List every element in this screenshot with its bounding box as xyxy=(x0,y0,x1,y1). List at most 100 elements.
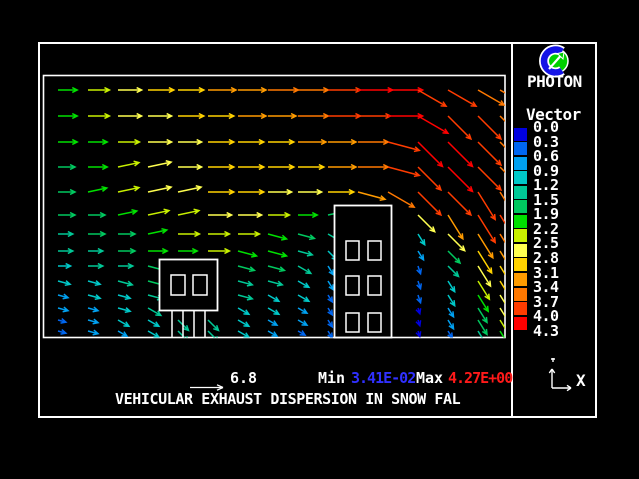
vector-arrow xyxy=(416,265,423,276)
vector-arrow xyxy=(57,293,70,300)
vector-arrow xyxy=(238,86,268,94)
legend-tick-label: 4.3 xyxy=(533,321,559,340)
vector-arrow xyxy=(57,306,70,313)
legend-color-swatch xyxy=(514,185,527,199)
vector-arrow xyxy=(208,138,236,146)
legend-color-swatch xyxy=(514,142,527,156)
vector-arrow xyxy=(237,307,251,316)
vector-arrow xyxy=(178,112,206,120)
vector-arrow xyxy=(268,112,298,120)
axis-x-label: X xyxy=(576,371,586,390)
vector-arrow xyxy=(267,319,279,327)
vector-arrow xyxy=(267,330,279,338)
vector-arrow xyxy=(358,138,390,146)
vector-arrow xyxy=(477,191,497,221)
vector-arrow xyxy=(447,89,478,108)
vector-arrow xyxy=(118,247,137,255)
vector-arrow xyxy=(388,86,425,94)
vector-arrow xyxy=(387,166,421,178)
vector-arrow xyxy=(298,112,330,120)
plot-title: VEHICULAR EXHAUST DISPERSION IN SNOW FAL xyxy=(115,390,461,408)
legend-color-swatch xyxy=(514,316,527,330)
vector-arrow xyxy=(148,247,169,255)
vector-arrow xyxy=(117,319,131,328)
vector-arrow xyxy=(58,188,77,196)
legend-color-swatch xyxy=(514,243,527,257)
vector-arrow xyxy=(87,280,102,287)
building-outlines xyxy=(158,204,393,339)
vector-arrow xyxy=(208,230,232,238)
vector-arrow xyxy=(208,86,238,94)
vector-arrow xyxy=(88,211,107,219)
vector-arrow xyxy=(147,330,160,338)
vector-arrow xyxy=(447,265,460,278)
building-window xyxy=(367,240,382,261)
vector-arrow xyxy=(148,112,174,120)
axis-glyph-icon xyxy=(548,358,572,392)
vector-arrow xyxy=(87,306,100,313)
legend-color-swatch xyxy=(514,258,527,272)
vector-arrows xyxy=(57,86,505,338)
vector-arrow xyxy=(267,233,289,241)
vector-arrow xyxy=(415,330,422,338)
vector-arrow xyxy=(268,138,296,146)
vector-arrow xyxy=(208,188,236,196)
vector-arrow xyxy=(207,319,220,332)
vector-arrow xyxy=(117,307,132,314)
vector-arrow xyxy=(297,330,307,336)
vector-arrow xyxy=(178,163,204,171)
min-value: 3.41E-02 xyxy=(351,369,416,387)
vector-arrow xyxy=(237,280,254,287)
legend-color-swatch xyxy=(514,214,527,228)
building-window xyxy=(192,274,208,296)
vector-arrow xyxy=(477,166,503,192)
building-window xyxy=(345,240,360,261)
vector-arrow xyxy=(388,112,425,120)
vector-arrow xyxy=(58,138,79,146)
building-window xyxy=(367,275,382,296)
vector-arrow xyxy=(358,86,395,94)
vector-arrow xyxy=(447,294,456,308)
vector-arrow xyxy=(268,188,294,196)
vector-arrow xyxy=(58,163,77,171)
vector-arrow xyxy=(298,211,319,219)
vector-arrow xyxy=(417,214,436,233)
vector-arrow xyxy=(117,160,141,168)
vector-arrow xyxy=(178,247,199,255)
vector-arrow xyxy=(118,230,137,238)
vector-arrow xyxy=(88,138,109,146)
vector-arrow xyxy=(477,115,503,141)
vector-arrow xyxy=(88,163,109,171)
vector-arrow xyxy=(328,163,358,171)
vector-arrow xyxy=(327,294,334,304)
vector-arrow xyxy=(88,247,105,255)
vector-arrow xyxy=(118,112,144,120)
vector-arrow xyxy=(58,86,79,94)
vector-arrow xyxy=(387,141,421,153)
vector-arrow xyxy=(117,185,141,193)
vector-arrow xyxy=(477,141,503,167)
vector-arrow xyxy=(237,330,250,338)
legend-color-swatch xyxy=(514,156,527,170)
vector-arrow xyxy=(58,211,77,219)
vector-arrow xyxy=(297,280,311,289)
vector-arrow xyxy=(417,191,443,217)
vector-arrow xyxy=(87,318,100,325)
photon-label: PHOTON xyxy=(527,72,582,91)
vector-arrow xyxy=(267,294,281,303)
vector-arrow xyxy=(208,211,234,219)
vector-arrow xyxy=(358,163,390,171)
vector-arrow xyxy=(238,211,264,219)
vector-arrow xyxy=(237,319,251,328)
vector-arrow xyxy=(268,163,296,171)
vector-arrow xyxy=(238,230,262,238)
vector-arrow xyxy=(238,138,266,146)
vector-arrow xyxy=(87,185,109,193)
vector-arrow xyxy=(178,138,204,146)
vector-arrow xyxy=(447,307,455,319)
vector-arrow xyxy=(297,265,313,275)
vector-arrow xyxy=(298,138,328,146)
min-label: Min xyxy=(318,369,346,387)
vector-arrow xyxy=(417,233,426,247)
vector-arrow xyxy=(208,112,236,120)
